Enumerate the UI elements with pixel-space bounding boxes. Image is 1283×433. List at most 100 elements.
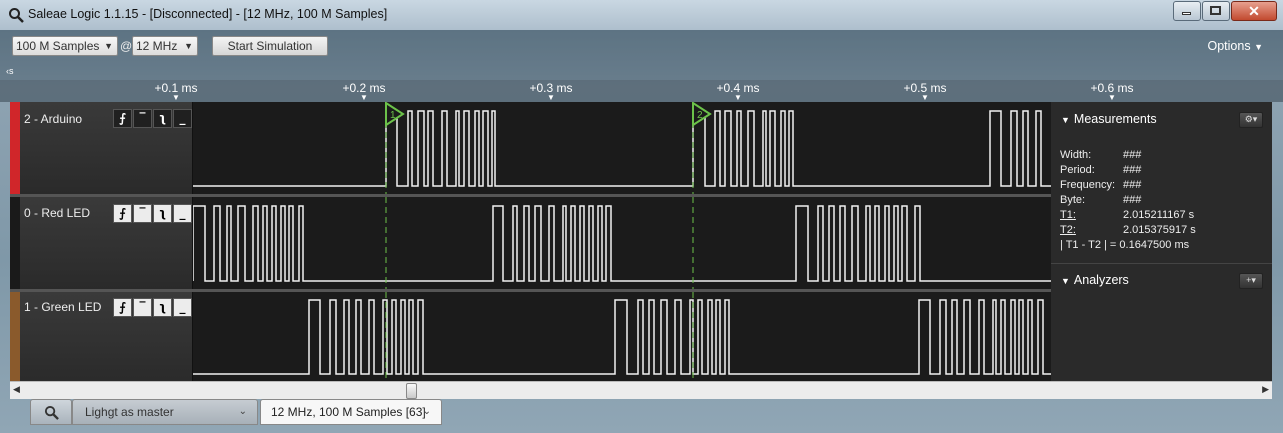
collapse-triangle-icon: ▼ xyxy=(1061,115,1070,125)
trigger-high-button[interactable]: ‾ xyxy=(133,298,152,317)
analyzers-title: Analyzers xyxy=(1073,273,1129,287)
measurements-title: Measurements xyxy=(1073,112,1157,126)
side-panel: ▼ Measurements ⚙▾ Width: ### Period: ### … xyxy=(1051,102,1272,381)
chevron-down-icon[interactable]: ⌄ xyxy=(423,400,431,424)
scroll-right-arrow-icon[interactable]: ▶ xyxy=(1262,384,1269,395)
search-icon xyxy=(44,405,59,420)
trigger-controls: ⨍ ‾ ʅ _ xyxy=(113,298,193,317)
search-tab[interactable] xyxy=(30,399,72,425)
maximize-button[interactable] xyxy=(1202,1,1230,21)
t2-link[interactable]: T2: xyxy=(1060,224,1076,236)
trigger-edge-button[interactable]: ⨍ xyxy=(113,204,132,223)
tab-bar: Lighgt as master ⌄ 12 MHz, 100 M Samples… xyxy=(0,399,1283,433)
marker-flag-t1[interactable]: 1 xyxy=(385,101,405,127)
chevron-down-icon: ▼ xyxy=(1254,42,1263,52)
frequency-label: Frequency: xyxy=(1060,179,1116,191)
at-symbol: @ xyxy=(120,39,133,53)
plus-icon: +▾ xyxy=(1246,275,1256,285)
ruler-tick-arrow-icon: ▼ xyxy=(734,93,742,102)
measurements-settings-button[interactable]: ⚙▾ xyxy=(1239,112,1263,128)
edge-label: ‹s xyxy=(6,66,14,76)
toolbar: 100 M Samples ▼ @ 12 MHz ▼ Start Simulat… xyxy=(0,30,1283,80)
byte-label: Byte: xyxy=(1060,194,1086,206)
channel-color-bar xyxy=(10,197,20,290)
trigger-falling-button[interactable]: ʅ xyxy=(153,109,172,128)
t1-t2-difference: | T1 - T2 | = 0.1647500 ms xyxy=(1060,239,1190,251)
chevron-down-icon[interactable]: ⌄ xyxy=(239,400,247,424)
chevron-down-icon: ▼ xyxy=(104,41,113,51)
options-menu[interactable]: Options ▼ xyxy=(1208,39,1264,53)
gear-icon: ⚙▾ xyxy=(1244,114,1258,124)
ruler-tick-arrow-icon: ▼ xyxy=(547,93,555,102)
marker-t1-label: 1 xyxy=(390,110,396,121)
start-simulation-button[interactable]: Start Simulation xyxy=(212,36,328,56)
trigger-edge-button[interactable]: ⨍ xyxy=(113,109,132,128)
analyzers-header[interactable]: ▼ Analyzers xyxy=(1061,273,1129,287)
magnifier-app-icon xyxy=(9,8,24,23)
ruler-tick-arrow-icon: ▼ xyxy=(921,93,929,102)
channel-color-bar xyxy=(10,292,20,385)
trigger-falling-button[interactable]: ʅ xyxy=(153,204,172,223)
sample-rate-value: 12 MHz xyxy=(136,39,178,53)
width-value: ### xyxy=(1123,149,1142,161)
collapse-triangle-icon: ▼ xyxy=(1061,276,1070,286)
close-button[interactable]: ✕ xyxy=(1231,1,1277,21)
trigger-controls: ⨍ ‾ ʅ _ xyxy=(113,204,193,223)
trigger-edge-button[interactable]: ⨍ xyxy=(113,298,132,317)
t2-value: 2.015375917 s xyxy=(1123,224,1196,236)
time-ruler[interactable]: +0.1 ms +0.2 ms +0.3 ms +0.4 ms +0.5 ms … xyxy=(0,80,1283,102)
byte-value: ### xyxy=(1123,194,1142,206)
trigger-low-button[interactable]: _ xyxy=(173,298,192,317)
channel-row-green-led: 1 - Green LED ⨍ ‾ ʅ _ xyxy=(10,292,1051,385)
minimize-button[interactable] xyxy=(1173,1,1201,21)
options-label: Options xyxy=(1207,39,1251,53)
ruler-tick-arrow-icon: ▼ xyxy=(172,93,180,102)
channel-list: 2 - Arduino ⨍ ‾ ʅ _ 1 2 0 - Red LED ⨍ ‾ … xyxy=(10,101,1051,385)
scroll-left-arrow-icon[interactable]: ◀ xyxy=(13,384,20,395)
channel-color-bar xyxy=(10,102,20,195)
trigger-low-button[interactable]: _ xyxy=(173,204,192,223)
tab-active-capture[interactable]: 12 MHz, 100 M Samples [63] ⌄ xyxy=(260,399,442,425)
window-controls: ✕ xyxy=(1172,1,1277,21)
width-label: Width: xyxy=(1060,149,1092,161)
channel-row-arduino: 2 - Arduino ⨍ ‾ ʅ _ 1 2 xyxy=(10,101,1051,195)
tab-label: Lighgt as master xyxy=(85,405,174,419)
waveform-arduino: 1 2 xyxy=(193,101,1051,195)
ruler-tick-arrow-icon: ▼ xyxy=(360,93,368,102)
sample-rate-select[interactable]: 12 MHz ▼ xyxy=(132,36,198,56)
horizontal-scrollbar[interactable]: ◀ ▶ xyxy=(10,381,1272,399)
divider xyxy=(1051,263,1272,264)
channel-header[interactable]: 0 - Red LED ⨍ ‾ ʅ _ xyxy=(10,197,193,290)
waveform-area[interactable] xyxy=(193,292,1051,385)
sample-count-value: 100 M Samples xyxy=(16,39,100,53)
channel-header[interactable]: 2 - Arduino ⨍ ‾ ʅ _ xyxy=(10,102,193,195)
sample-count-select[interactable]: 100 M Samples ▼ xyxy=(12,36,118,56)
t1-value: 2.015211167 s xyxy=(1123,209,1195,221)
tab-lighgt-as-master[interactable]: Lighgt as master ⌄ xyxy=(72,399,258,425)
maximize-icon xyxy=(1210,6,1221,15)
trigger-high-button[interactable]: ‾ xyxy=(133,109,152,128)
trigger-falling-button[interactable]: ʅ xyxy=(153,298,172,317)
scroll-thumb[interactable] xyxy=(406,383,417,399)
waveform-area[interactable]: 1 2 xyxy=(193,101,1051,195)
waveform-area[interactable] xyxy=(192,197,1051,290)
trigger-low-button[interactable]: _ xyxy=(173,109,192,128)
tab-label: 12 MHz, 100 M Samples [63] xyxy=(271,405,426,419)
marker-flag-t2[interactable]: 2 xyxy=(692,101,712,127)
period-value: ### xyxy=(1123,164,1142,176)
measurements-header[interactable]: ▼ Measurements xyxy=(1061,112,1157,126)
marker-t2-label: 2 xyxy=(697,110,703,121)
channel-name: 1 - Green LED xyxy=(24,300,102,314)
trigger-controls: ⨍ ‾ ʅ _ xyxy=(113,109,193,128)
title-bar: Saleae Logic 1.1.15 - [Disconnected] - [… xyxy=(0,0,1283,30)
channel-header[interactable]: 1 - Green LED ⨍ ‾ ʅ _ xyxy=(10,292,193,385)
trigger-high-button[interactable]: ‾ xyxy=(133,204,152,223)
frequency-value: ### xyxy=(1123,179,1142,191)
channel-row-red-led: 0 - Red LED ⨍ ‾ ʅ _ xyxy=(10,197,1051,290)
ruler-tick-arrow-icon: ▼ xyxy=(1108,93,1116,102)
add-analyzer-button[interactable]: +▾ xyxy=(1239,273,1263,289)
waveform-green-led xyxy=(193,292,1051,381)
channel-name: 2 - Arduino xyxy=(24,112,83,126)
close-icon: ✕ xyxy=(1248,3,1260,19)
t1-link[interactable]: T1: xyxy=(1060,209,1076,221)
